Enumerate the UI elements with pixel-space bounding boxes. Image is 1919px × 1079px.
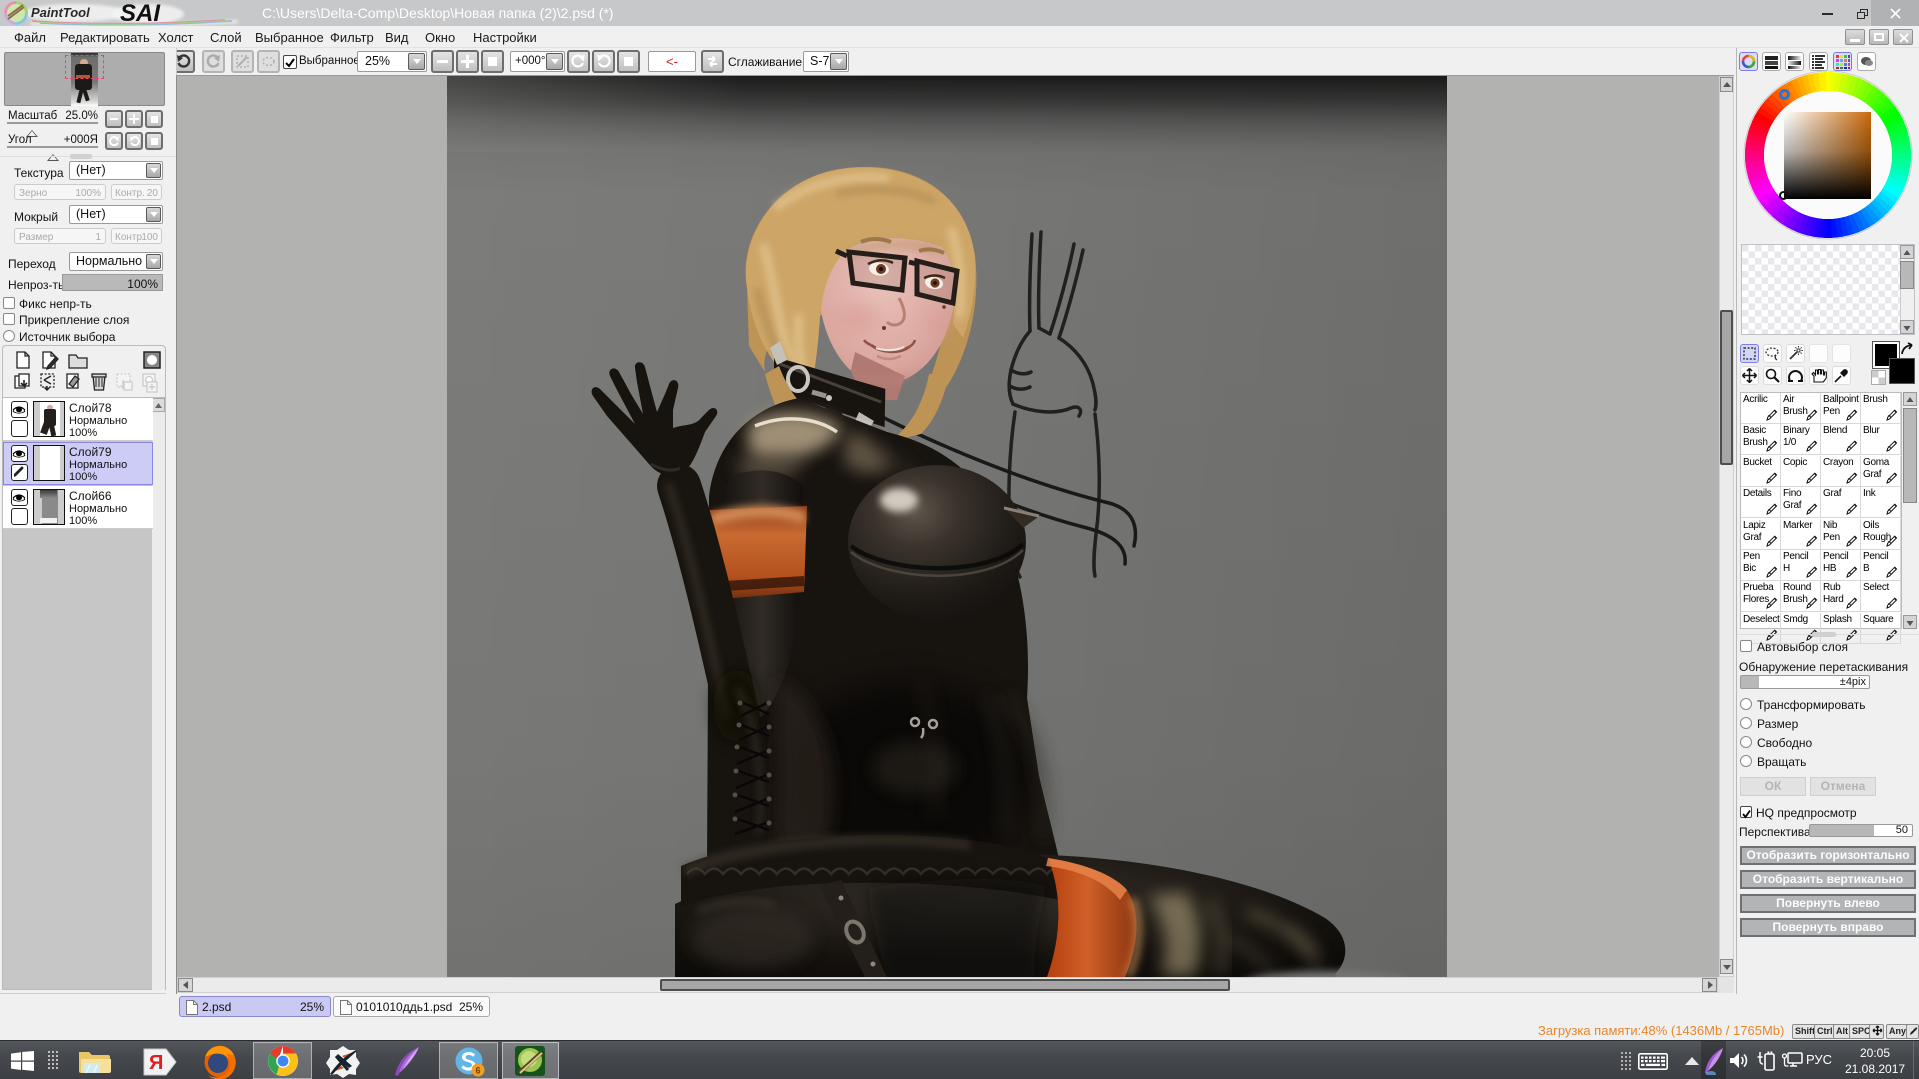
svg-text:SAI: SAI [120, 0, 161, 26]
svg-text:Я: Я [149, 1052, 163, 1074]
svg-text:6: 6 [476, 1066, 481, 1076]
svg-text:PaintTool: PaintTool [31, 5, 90, 20]
